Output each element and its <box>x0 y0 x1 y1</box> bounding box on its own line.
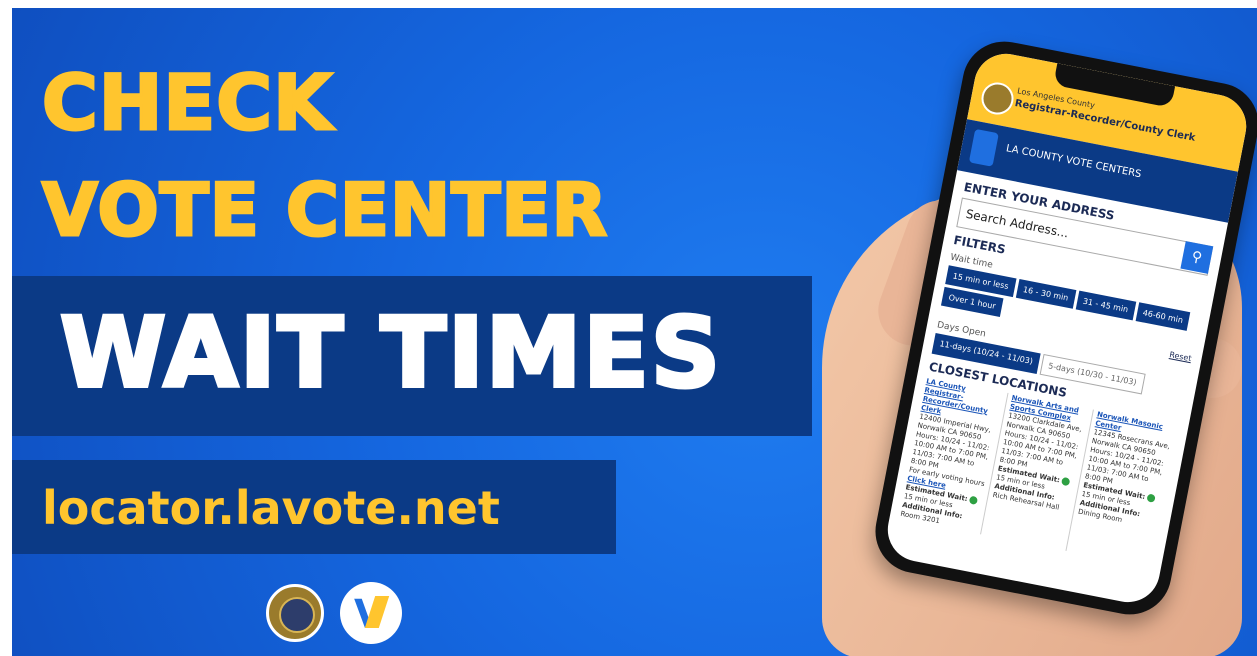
headline-vote-center: VOTE CENTER <box>40 167 609 254</box>
banner: CHECK VOTE CENTER WAIT TIMES locator.lav… <box>12 8 1257 656</box>
headline-check: CHECK <box>41 57 334 149</box>
phone-v-icon <box>968 128 999 167</box>
county-seal-icon <box>266 584 324 642</box>
v-logo-icon: V <box>340 582 402 644</box>
phone-seal-icon <box>978 79 1017 118</box>
search-icon[interactable]: ⚲ <box>1180 241 1214 274</box>
phone-nav-title: LA COUNTY VOTE CENTERS <box>1005 143 1143 181</box>
locator-url[interactable]: locator.lavote.net <box>42 481 500 535</box>
status-dot-icon <box>968 495 979 506</box>
search-placeholder: Search Address... <box>964 206 1070 241</box>
headline-wait-times: WAIT TIMES <box>58 295 722 411</box>
status-dot-icon <box>1061 476 1071 487</box>
status-dot-icon <box>1146 493 1156 503</box>
